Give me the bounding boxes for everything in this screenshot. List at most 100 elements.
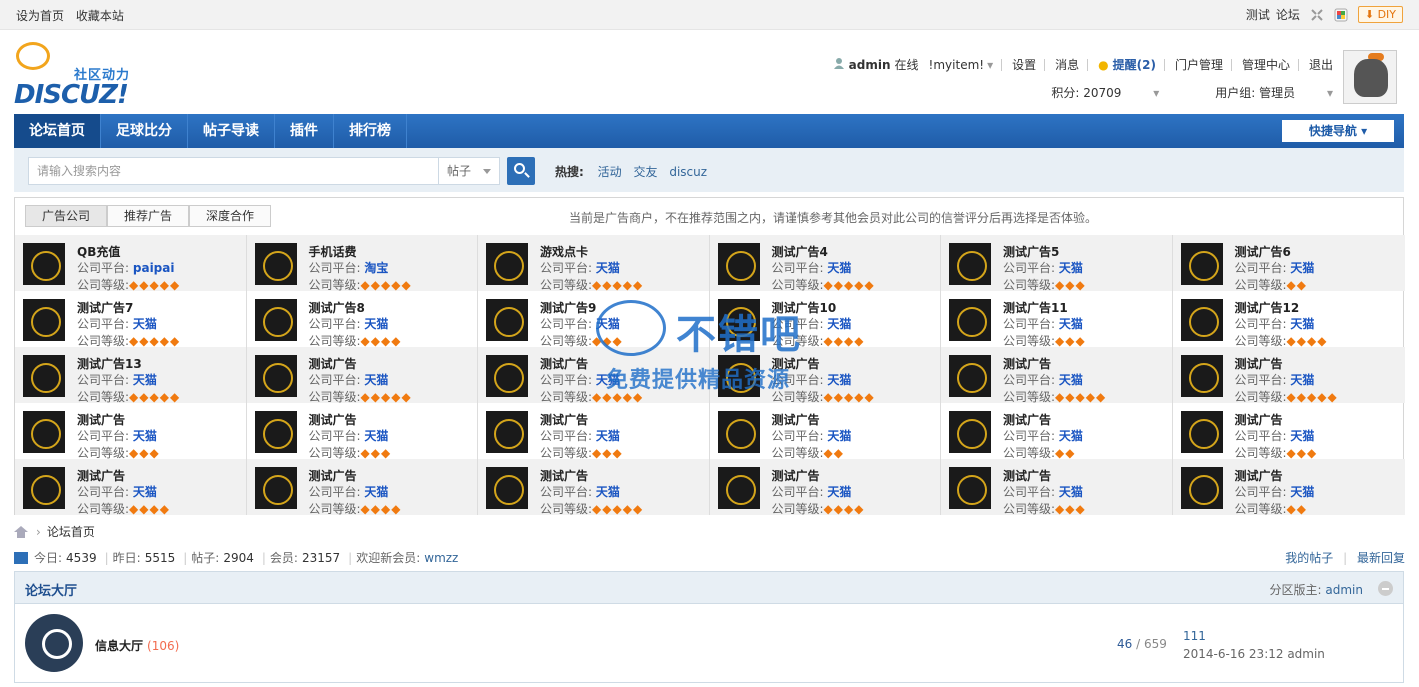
platform-value[interactable]: 天猫 <box>827 373 851 387</box>
ad-logo-icon[interactable] <box>486 243 528 285</box>
quick-nav-button[interactable]: 快捷导航 ▾ <box>1282 120 1394 142</box>
tab-deep-cooperation[interactable]: 深度合作 <box>189 205 272 227</box>
ad-name[interactable]: 手机话费 <box>309 243 357 260</box>
ad-logo-icon[interactable] <box>486 299 528 341</box>
nav-item-ranking[interactable]: 排行榜 <box>334 114 407 148</box>
ad-name[interactable]: 测试广告13 <box>77 355 142 372</box>
nav-item-guide[interactable]: 帖子导读 <box>188 114 275 148</box>
platform-value[interactable]: 天猫 <box>133 317 157 331</box>
nav-item-plugins[interactable]: 插件 <box>275 114 334 148</box>
ad-item[interactable]: 测试广告 公司平台: 天猫 公司等级:◆◆ <box>710 403 941 460</box>
set-homepage-link[interactable]: 设为首页 <box>16 9 64 23</box>
platform-value[interactable]: 天猫 <box>1290 317 1314 331</box>
ad-item[interactable]: 测试广告 公司平台: 天猫 公司等级:◆◆◆◆◆ <box>710 347 941 404</box>
ad-name[interactable]: 测试广告 <box>540 411 588 428</box>
ad-logo-icon[interactable] <box>949 467 991 509</box>
hot-keyword[interactable]: 交友 <box>633 165 657 179</box>
score-menu[interactable]: 积分: 20709 ▾ <box>1023 84 1159 101</box>
ad-logo-icon[interactable] <box>486 411 528 453</box>
ad-name[interactable]: 测试广告11 <box>1003 299 1068 316</box>
group-menu[interactable]: 用户组: 管理员 ▾ <box>1187 84 1333 101</box>
avatar[interactable] <box>1343 50 1397 104</box>
ad-logo-icon[interactable] <box>1180 355 1223 397</box>
ad-name[interactable]: 测试广告4 <box>772 243 828 260</box>
messages-link[interactable]: 消息 <box>1055 56 1079 73</box>
ad-logo-icon[interactable] <box>23 299 65 341</box>
ad-item[interactable]: 测试广告 公司平台: 天猫 公司等级:◆◆◆◆◆ <box>941 347 1173 404</box>
ad-name[interactable]: 测试广告 <box>772 411 820 428</box>
portal-admin-link[interactable]: 门户管理 <box>1175 56 1223 73</box>
platform-value[interactable]: paipai <box>133 261 175 275</box>
ad-name[interactable]: 测试广告 <box>1003 467 1051 484</box>
ad-logo-icon[interactable] <box>254 299 297 341</box>
diy-button[interactable]: ⬇ DIY <box>1357 6 1403 23</box>
search-input[interactable]: 请输入搜索内容 <box>28 157 452 185</box>
platform-value[interactable]: 天猫 <box>596 373 620 387</box>
ad-logo-icon[interactable] <box>949 243 991 285</box>
ad-item[interactable]: 测试广告 公司平台: 天猫 公司等级:◆◆◆◆◆ <box>1173 347 1405 404</box>
ad-logo-icon[interactable] <box>949 411 991 453</box>
latest-reply-link[interactable]: 最新回复 <box>1357 551 1405 565</box>
ad-logo-icon[interactable] <box>717 299 760 341</box>
my-posts-link[interactable]: 我的帖子 <box>1285 551 1333 565</box>
platform-value[interactable]: 天猫 <box>1059 429 1083 443</box>
platform-value[interactable]: 天猫 <box>1290 429 1314 443</box>
ad-item[interactable]: 测试广告7 公司平台: 天猫 公司等级:◆◆◆◆◆ <box>15 291 247 348</box>
ad-logo-icon[interactable] <box>23 355 65 397</box>
home-icon[interactable] <box>14 525 28 538</box>
online-status[interactable]: 在线 <box>895 56 919 73</box>
ad-name[interactable]: 测试广告 <box>540 467 588 484</box>
platform-value[interactable]: 天猫 <box>133 373 157 387</box>
ad-name[interactable]: QB充值 <box>77 243 120 260</box>
ad-logo-icon[interactable] <box>1180 299 1223 341</box>
ad-item[interactable]: 游戏点卡 公司平台: 天猫 公司等级:◆◆◆◆◆ <box>478 235 710 292</box>
platform-value[interactable]: 天猫 <box>133 485 157 499</box>
hot-keyword[interactable]: discuz <box>669 165 707 179</box>
ad-name[interactable]: 测试广告12 <box>1235 299 1300 316</box>
ad-item[interactable]: 测试广告 公司平台: 天猫 公司等级:◆◆◆ <box>15 403 247 460</box>
ad-name[interactable]: 测试广告 <box>1235 411 1283 428</box>
ad-name[interactable]: 测试广告 <box>1003 355 1051 372</box>
ad-name[interactable]: 游戏点卡 <box>540 243 588 260</box>
moderator-link[interactable]: admin <box>1325 583 1363 597</box>
platform-value[interactable]: 天猫 <box>1290 485 1314 499</box>
username[interactable]: admin <box>849 58 891 72</box>
platform-value[interactable]: 天猫 <box>1059 317 1083 331</box>
ad-name[interactable]: 测试广告5 <box>1003 243 1059 260</box>
ad-item[interactable]: 测试广告4 公司平台: 天猫 公司等级:◆◆◆◆◆ <box>710 235 941 292</box>
logout-link[interactable]: 退出 <box>1309 56 1333 73</box>
search-button[interactable] <box>507 157 535 185</box>
ad-logo-icon[interactable] <box>717 411 760 453</box>
ad-logo-icon[interactable] <box>1180 467 1223 509</box>
ad-logo-icon[interactable] <box>486 467 528 509</box>
ad-logo-icon[interactable] <box>949 355 991 397</box>
platform-value[interactable]: 天猫 <box>364 373 388 387</box>
collapse-icon[interactable] <box>1310 8 1324 22</box>
ad-logo-icon[interactable] <box>254 243 297 285</box>
ad-logo-icon[interactable] <box>23 467 65 509</box>
ad-item[interactable]: QB充值 公司平台: paipai 公司等级:◆◆◆◆◆ <box>15 235 247 292</box>
ad-item[interactable]: 测试广告6 公司平台: 天猫 公司等级:◆◆ <box>1173 235 1405 292</box>
board-name-link[interactable]: 信息大厅 <box>95 639 143 653</box>
ad-name[interactable]: 测试广告 <box>1003 411 1051 428</box>
platform-value[interactable]: 天猫 <box>827 429 851 443</box>
bookmark-link[interactable]: 收藏本站 <box>76 9 124 23</box>
ad-item[interactable]: 手机话费 公司平台: 淘宝 公司等级:◆◆◆◆◆ <box>247 235 478 292</box>
ad-name[interactable]: 测试广告 <box>772 355 820 372</box>
ad-name[interactable]: 测试广告6 <box>1235 243 1291 260</box>
ad-item[interactable]: 测试广告 公司平台: 天猫 公司等级:◆◆◆ <box>478 403 710 460</box>
ad-name[interactable]: 测试广告9 <box>540 299 596 316</box>
platform-value[interactable]: 天猫 <box>364 485 388 499</box>
collapse-toggle-icon[interactable] <box>1378 581 1393 596</box>
platform-value[interactable]: 天猫 <box>1290 373 1314 387</box>
platform-value[interactable]: 天猫 <box>596 485 620 499</box>
tab-recommended-ads[interactable]: 推荐广告 <box>107 205 190 227</box>
ad-logo-icon[interactable] <box>23 411 65 453</box>
ad-logo-icon[interactable] <box>717 243 760 285</box>
new-member-link[interactable]: wmzz <box>424 551 458 565</box>
ad-name[interactable]: 测试广告 <box>1235 467 1283 484</box>
ad-name[interactable]: 测试广告 <box>77 467 125 484</box>
platform-value[interactable]: 天猫 <box>596 429 620 443</box>
ad-logo-icon[interactable] <box>254 467 297 509</box>
ad-logo-icon[interactable] <box>23 243 65 285</box>
